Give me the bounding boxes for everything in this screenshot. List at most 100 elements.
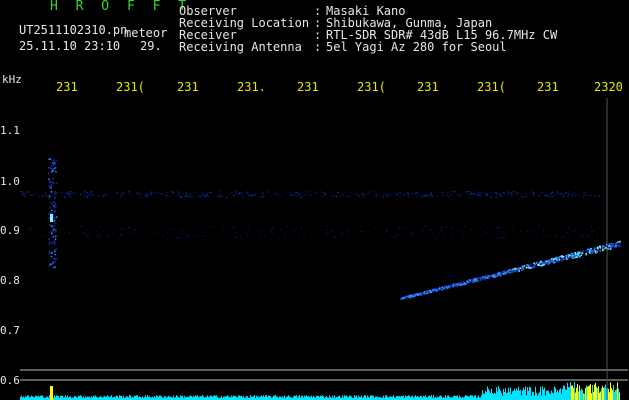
noise-speck	[53, 201, 55, 203]
noise-speck	[426, 229, 428, 231]
trace-speck	[555, 260, 557, 263]
noise-speck	[334, 236, 336, 238]
noise-speck	[55, 206, 57, 209]
y-tick: 0.8	[0, 274, 20, 287]
noise-speck	[450, 233, 452, 235]
noise-speck	[310, 195, 312, 197]
trace-speck	[446, 286, 448, 288]
trace-speck	[518, 267, 520, 269]
spectrum-bar	[383, 395, 384, 400]
trace-speck	[453, 284, 456, 286]
trace-speck	[596, 246, 599, 249]
noise-speck	[361, 191, 364, 193]
spectrum-bar	[549, 392, 550, 400]
spectrum-bar	[349, 395, 350, 400]
trace-speck	[494, 276, 496, 278]
noise-speck	[306, 191, 309, 193]
spectrum-bar	[289, 396, 290, 400]
noise-speck	[486, 194, 489, 196]
noise-speck	[50, 184, 53, 186]
spectrum-bar	[154, 396, 155, 400]
noise-speck	[507, 237, 509, 239]
noise-speck	[407, 194, 409, 195]
noise-speck	[149, 193, 152, 195]
noise-speck	[483, 234, 485, 236]
noise-speck	[445, 226, 447, 228]
noise-speck	[186, 196, 189, 198]
spectrum-bar	[496, 387, 497, 400]
spectrum-bar	[329, 395, 330, 400]
spectrum-bar	[23, 396, 24, 400]
noise-speck	[267, 191, 270, 193]
noise-speck	[532, 192, 534, 193]
noise-speck	[580, 237, 581, 239]
spectrum-bar	[386, 395, 387, 400]
noise-speck	[554, 236, 555, 238]
spectrum-bar	[224, 396, 225, 400]
spectrum-bar	[211, 395, 212, 400]
trace-speck	[505, 273, 507, 275]
noise-speck	[201, 191, 204, 193]
noise-speck	[574, 230, 576, 232]
spectrum-bar	[484, 394, 485, 400]
spectrum-bar	[586, 385, 587, 400]
spectrum-bar	[612, 390, 613, 400]
noise-speck	[412, 234, 414, 235]
spectrum-bar	[474, 395, 475, 400]
spectrum-bar	[529, 386, 530, 400]
noise-speck	[429, 195, 432, 197]
noise-speck	[455, 231, 457, 232]
trace-speck	[418, 294, 420, 296]
noise-speck	[66, 191, 68, 193]
noise-speck	[169, 228, 171, 230]
noise-speck	[272, 227, 273, 229]
noise-speck	[534, 230, 536, 232]
spectrum-bar	[79, 396, 80, 400]
spectrum-bar	[46, 396, 47, 400]
noise-speck	[423, 226, 425, 228]
noise-speck	[45, 235, 47, 236]
spectrum-bar	[598, 386, 599, 400]
noise-speck	[186, 234, 188, 236]
spectrum-bar	[501, 393, 502, 400]
trace-speck	[577, 254, 579, 256]
noise-speck	[543, 231, 545, 233]
noise-speck	[567, 193, 570, 195]
noise-speck	[277, 194, 279, 196]
noise-speck	[192, 196, 194, 198]
spectrum-bar	[409, 395, 410, 400]
spectrum-bar	[608, 388, 609, 400]
noise-speck	[55, 230, 57, 233]
spectrum-bar	[127, 396, 128, 400]
noise-speck	[53, 266, 56, 268]
noise-speck	[185, 192, 188, 194]
noise-speck	[134, 233, 136, 235]
trace-speck	[465, 282, 467, 285]
trace-speck	[599, 247, 602, 249]
trace-speck	[521, 266, 523, 268]
spectrum-bar	[521, 395, 522, 400]
noise-speck	[347, 227, 349, 229]
trace-speck	[580, 250, 582, 253]
spectrum-bar	[370, 395, 371, 400]
spectrum-strip	[20, 382, 620, 400]
spectrum-bar	[616, 389, 617, 400]
noise-speck	[323, 192, 326, 194]
noise-speck	[292, 195, 295, 197]
spectrum-bar	[519, 390, 520, 400]
noise-speck	[311, 234, 313, 236]
noise-speck	[556, 191, 558, 193]
spectrum-bar	[540, 386, 541, 400]
spectrum-bar	[107, 395, 108, 400]
spectrum-bar	[579, 385, 580, 400]
spectrum-bar	[288, 395, 289, 400]
spectrum-bar	[421, 395, 422, 400]
spectrum-bar	[266, 395, 267, 400]
noise-speck	[204, 195, 206, 197]
spectrum-bar	[129, 395, 130, 400]
noise-speck	[491, 235, 493, 237]
noise-speck	[51, 262, 53, 265]
x-tick: 231(	[116, 80, 145, 94]
spectrum-bar	[195, 395, 196, 400]
noise-speck	[325, 229, 327, 231]
